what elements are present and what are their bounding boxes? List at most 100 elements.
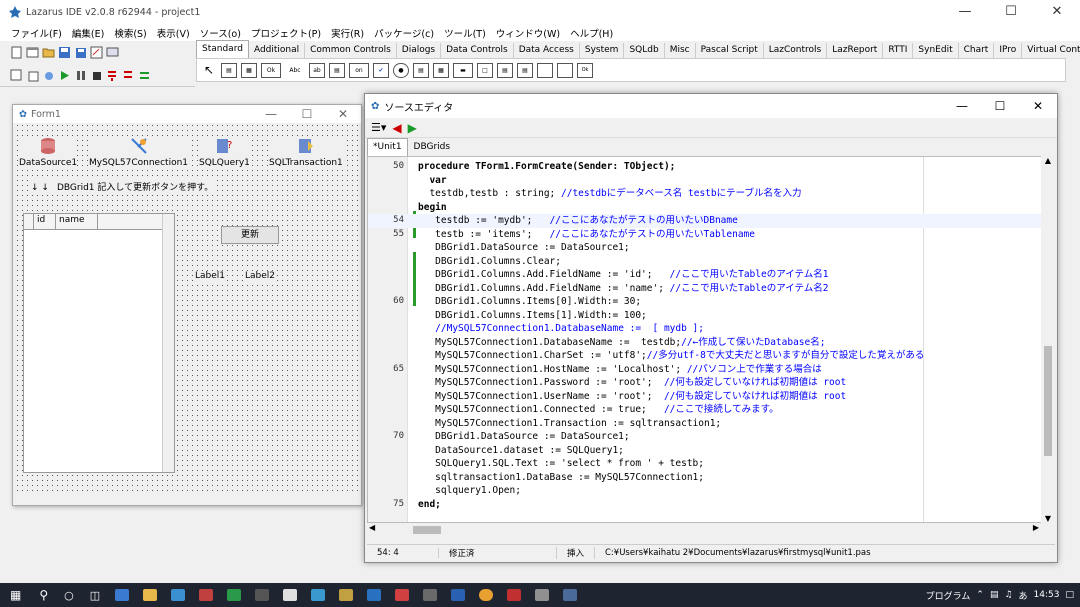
code-text[interactable]: DBGrid1.DataSource := DataSource1; — [418, 241, 629, 255]
vertical-scroll-thumb[interactable] — [1044, 346, 1052, 456]
tray-chevron-icon[interactable]: ⌃ — [976, 590, 984, 600]
code-line[interactable]: testdb,testb : string; //testdbにデータベース名 … — [368, 187, 1046, 201]
view-units-icon[interactable] — [10, 69, 24, 82]
code-line[interactable]: 70 DBGrid1.DataSource := DataSource1; — [368, 430, 1046, 444]
code-text[interactable]: DBGrid1.Columns.Items[1].Width:= 100; — [418, 309, 647, 323]
tab-sqldb[interactable]: SQLdb — [624, 43, 665, 58]
update-button[interactable]: 更新 — [221, 226, 279, 244]
label-comp-icon[interactable]: Abc — [285, 62, 305, 78]
step-over-icon[interactable] — [122, 69, 136, 82]
editor-close-icon[interactable]: ✕ — [1019, 99, 1057, 113]
code-segment[interactable]: testdb,testb : string; — [418, 188, 561, 199]
back-arrow-icon[interactable]: ◀ — [392, 121, 401, 135]
code-segment[interactable]: MySQL57Connection1.CharSet := 'utf8'; — [418, 350, 647, 361]
editor-minimize-icon[interactable]: — — [943, 99, 981, 113]
code-text[interactable]: MySQL57Connection1.Transaction := sqltra… — [418, 417, 721, 431]
app-icon-3[interactable] — [171, 589, 186, 601]
code-text[interactable]: var — [418, 174, 446, 188]
form1-canvas[interactable]: DataSource1 MySQL57Connection1 ? SQLQuer… — [15, 123, 359, 495]
app-icon-11[interactable] — [395, 589, 410, 601]
tab-virtual-controls[interactable]: Virtual Controls — [1022, 43, 1080, 58]
code-line[interactable]: DBGrid1.DataSource := DataSource1; — [368, 241, 1046, 255]
run-icon[interactable] — [58, 69, 72, 82]
editor-maximize-icon[interactable]: ☐ — [981, 99, 1019, 113]
code-line[interactable]: MySQL57Connection1.DatabaseName := testd… — [368, 336, 1046, 350]
code-comment[interactable]: //ここで接続してみます。 — [664, 404, 779, 415]
tab-synedit[interactable]: SynEdit — [913, 43, 959, 58]
close-icon[interactable]: ✕ — [1034, 0, 1080, 24]
code-line[interactable]: MySQL57Connection1.UserName := 'root'; /… — [368, 390, 1046, 404]
code-editor[interactable]: 50 procedure TForm1.FormCreate(Sender: TO… — [367, 156, 1047, 523]
app-icon-4[interactable] — [199, 589, 214, 601]
sqlquery1-component[interactable]: ? SQLQuery1 — [199, 137, 250, 168]
radiogroup-comp-icon[interactable]: ▤ — [497, 62, 513, 78]
tab-system[interactable]: System — [580, 43, 625, 58]
menu-window[interactable]: ウィンドウ(W) — [491, 26, 565, 40]
code-segment[interactable] — [418, 323, 435, 334]
form1-minimize-icon[interactable]: — — [253, 107, 289, 121]
groupbox-comp-icon[interactable]: □ — [477, 62, 493, 78]
app-icon-5[interactable] — [227, 589, 242, 601]
dbgrid1-vscroll[interactable] — [162, 214, 174, 472]
tab-ipro[interactable]: IPro — [994, 43, 1023, 58]
code-text[interactable]: DBGrid1.Columns.Items[0].Width:= 30; — [418, 295, 641, 309]
app-icon-15[interactable] — [507, 589, 522, 601]
code-line[interactable]: DBGrid1.Columns.Add.FieldName := 'id'; /… — [368, 268, 1046, 282]
code-text[interactable]: sqlquery1.Open; — [418, 484, 521, 498]
code-text[interactable]: DBGrid1.Columns.Add.FieldName := 'id'; /… — [418, 268, 828, 282]
code-text[interactable]: DataSource1.dataset := SQLQuery1; — [418, 444, 624, 458]
mysql57connection1-component[interactable]: MySQL57Connection1 — [89, 137, 189, 168]
toggle-form-icon[interactable] — [90, 46, 104, 59]
menu-search[interactable]: 検索(S) — [109, 26, 151, 40]
save-all-icon[interactable] — [74, 46, 88, 59]
forward-arrow-icon[interactable]: ▶ — [408, 121, 417, 135]
code-line[interactable]: begin — [368, 201, 1046, 215]
code-segment[interactable]: MySQL57Connection1.HostName := 'Localhos… — [418, 364, 687, 375]
code-line[interactable]: MySQL57Connection1.Connected := true; //… — [368, 403, 1046, 417]
scroll-up-icon[interactable]: ▲ — [1041, 156, 1055, 165]
search-icon[interactable]: ⚲ — [39, 588, 48, 602]
tab-data-controls[interactable]: Data Controls — [441, 43, 514, 58]
code-line[interactable]: DBGrid1.Columns.Clear; — [368, 255, 1046, 269]
app-icon-13[interactable] — [451, 589, 466, 601]
code-segment[interactable]: DBGrid1.Columns.Add.FieldName := 'id'; — [418, 269, 670, 280]
volume-icon[interactable]: ♫ — [1004, 590, 1012, 600]
checkgroup-comp-icon[interactable]: ▤ — [517, 62, 533, 78]
code-segment[interactable]: testdb := 'mydb'; — [418, 215, 550, 226]
code-text[interactable]: DBGrid1.DataSource := DataSource1; — [418, 430, 629, 444]
code-line[interactable]: 55 testb := 'items'; //ここにあなたがテストの用いたいTa… — [368, 228, 1046, 242]
pointer-tool-icon[interactable]: ↖ — [201, 63, 217, 77]
scrollbar-comp-icon[interactable]: ▬ — [453, 62, 473, 78]
code-text[interactable]: begin — [418, 201, 447, 215]
code-text[interactable]: procedure TForm1.FormCreate(Sender: TObj… — [418, 160, 675, 174]
code-line[interactable]: 50 procedure TForm1.FormCreate(Sender: TO… — [368, 160, 1046, 174]
build-mode-icon[interactable] — [42, 69, 56, 82]
app-icon-16[interactable] — [535, 589, 550, 601]
stop-icon[interactable] — [90, 69, 104, 82]
edit-comp-icon[interactable]: ab — [309, 62, 325, 78]
sqltransaction1-component[interactable]: SQLTransaction1 — [269, 137, 343, 168]
code-comment[interactable]: //何も設定していなければ初期値は root — [664, 377, 846, 388]
app-icon-6[interactable] — [255, 589, 270, 601]
menu-project[interactable]: プロジェクト(P) — [246, 26, 326, 40]
code-line[interactable]: SQLQuery1.SQL.Text := 'select * from ' +… — [368, 457, 1046, 471]
code-line[interactable]: MySQL57Connection1.Transaction := sqltra… — [368, 417, 1046, 431]
save-icon[interactable] — [58, 46, 72, 59]
app-icon-10[interactable] — [367, 589, 382, 601]
menu-help[interactable]: ヘルプ(H) — [565, 26, 618, 40]
menu-package[interactable]: パッケージ(c) — [369, 26, 439, 40]
code-text[interactable]: MySQL57Connection1.CharSet := 'utf8';//多… — [418, 349, 924, 363]
tab-standard[interactable]: Standard — [196, 40, 249, 58]
task-view-icon[interactable]: ◫ — [90, 589, 100, 602]
code-line[interactable]: 60 DBGrid1.Columns.Items[0].Width:= 30; — [368, 295, 1046, 309]
popup-menu-comp-icon[interactable]: ▦ — [241, 62, 257, 78]
grid-column-id[interactable]: id — [34, 214, 56, 229]
tab-pascal-script[interactable]: Pascal Script — [696, 43, 764, 58]
menu-source[interactable]: ソース(o) — [195, 26, 246, 40]
menu-edit[interactable]: 編集(E) — [67, 26, 109, 40]
code-segment[interactable]: MySQL57Connection1.Connected := true; — [418, 404, 664, 415]
code-line[interactable]: //MySQL57Connection1.DatabaseName := [ m… — [368, 322, 1046, 336]
code-comment[interactable]: //パソコン上で作業する場合は — [687, 364, 822, 375]
code-comment[interactable]: //testdbにデータベース名 testbにテーブル名を入力 — [561, 188, 802, 199]
panel-comp-icon[interactable] — [537, 62, 553, 78]
